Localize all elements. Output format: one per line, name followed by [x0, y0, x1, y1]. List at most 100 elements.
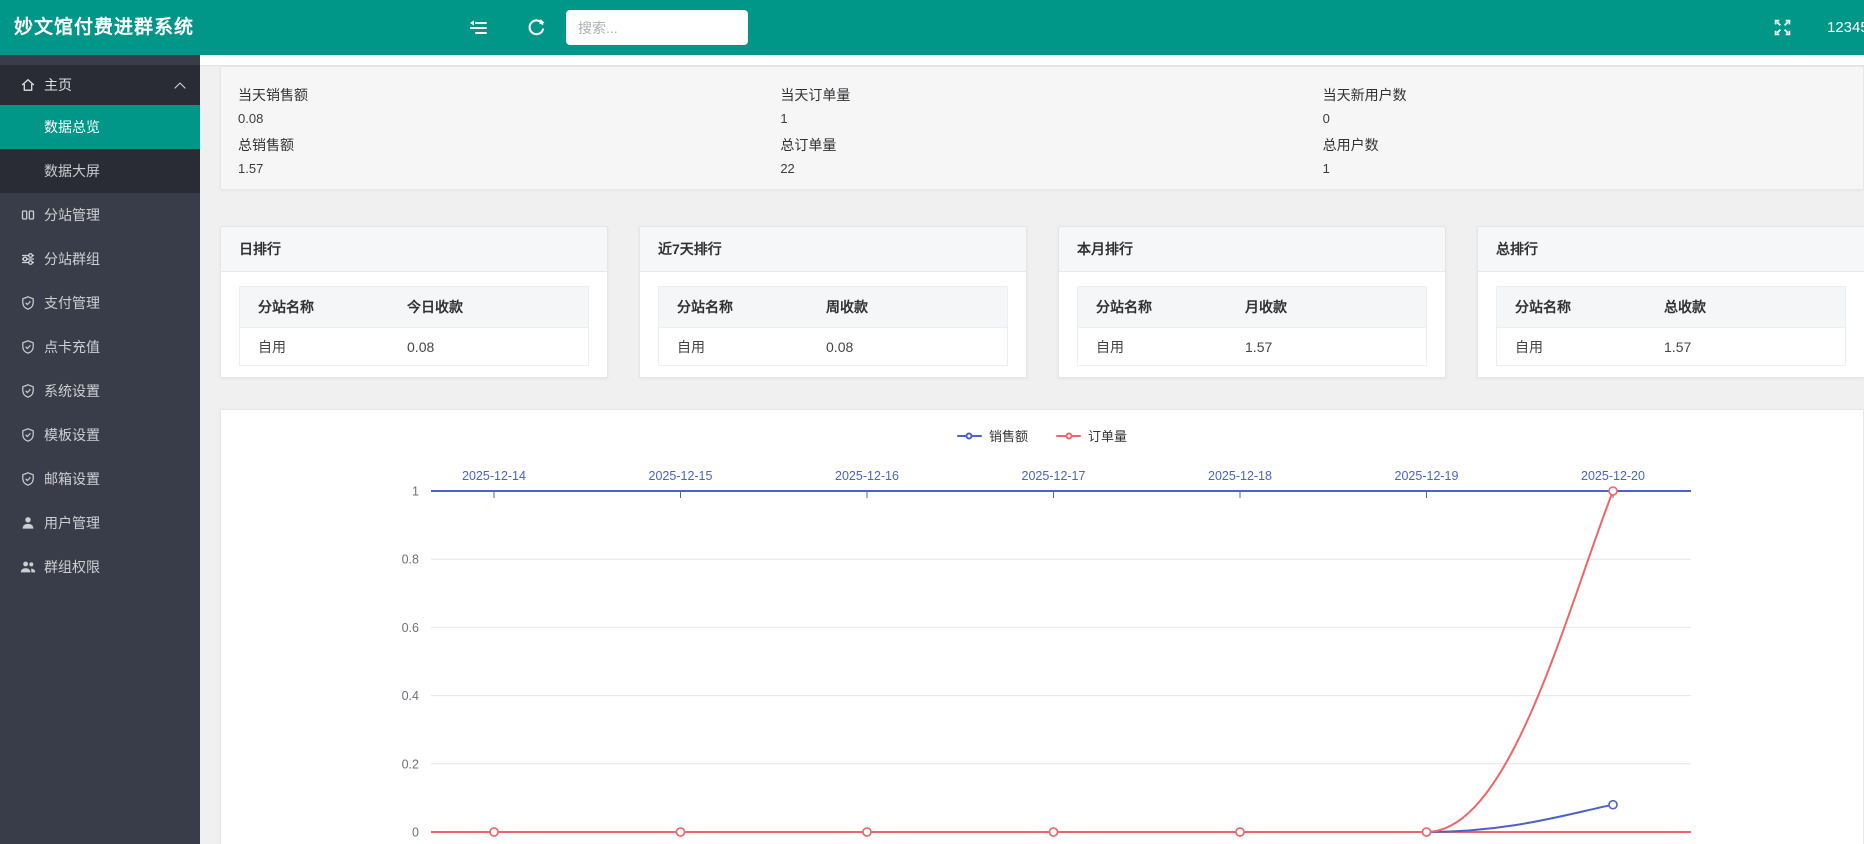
sidebar-item-home[interactable]: 主页 — [0, 65, 200, 105]
stat-value: 1.57 — [238, 157, 778, 180]
stat-value: 1 — [780, 107, 1320, 130]
ranking-table: 分站名称 总收款 自用 1.57 — [1496, 286, 1846, 366]
ranking-card-total: 总排行 分站名称 总收款 自用 1.57 — [1477, 226, 1864, 378]
ranking-card-title: 总排行 — [1478, 227, 1864, 272]
app-header: 妙文馆付费进群系统 12345 — [0, 0, 1864, 55]
sidebar-item-system-settings[interactable]: 系统设置 — [0, 369, 200, 413]
shield-check-icon — [20, 295, 36, 311]
fold-menu-icon[interactable] — [458, 0, 498, 55]
stat-value: 1 — [1323, 157, 1863, 180]
user-icon — [20, 515, 36, 531]
sidebar-item-site-groups[interactable]: 分站群组 — [0, 237, 200, 281]
stats-column-sales: 当天销售额 0.08 总销售额 1.57 — [236, 83, 778, 189]
ranking-card-month: 本月排行 分站名称 月收款 自用 1.57 — [1058, 226, 1446, 378]
svg-text:0.6: 0.6 — [402, 621, 419, 635]
legend-label: 订单量 — [1088, 426, 1127, 445]
stats-column-orders: 当天订单量 1 总订单量 22 — [778, 83, 1320, 189]
svg-text:0: 0 — [412, 826, 419, 840]
grid-icon — [20, 207, 36, 223]
col-header-amount: 今日收款 — [407, 287, 588, 328]
site-name-cell: 自用 — [1497, 328, 1665, 366]
sidebar-item-label: 支付管理 — [44, 281, 100, 325]
legend-marker-icon — [1056, 435, 1081, 437]
site-name-cell: 自用 — [659, 328, 827, 366]
table-row: 自用 0.08 — [659, 328, 1008, 366]
col-header-amount: 月收款 — [1245, 287, 1426, 328]
site-name-cell: 自用 — [240, 328, 408, 366]
users-icon — [20, 559, 36, 575]
stat-label: 总销售额 — [238, 133, 778, 157]
amount-cell: 1.57 — [1245, 328, 1426, 366]
sidebar-item-label: 点卡充值 — [44, 325, 100, 369]
sidebar-item-template-settings[interactable]: 模板设置 — [0, 413, 200, 457]
sidebar-item-data-screen[interactable]: 数据大屏 — [0, 149, 200, 193]
rankings-row: 日排行 分站名称 今日收款 自用 0.08 近7天排行 分站名称 周收款 — [220, 226, 1864, 378]
sidebar-item-site-management[interactable]: 分站管理 — [0, 193, 200, 237]
col-header-amount: 总收款 — [1664, 287, 1845, 328]
stat-label: 当天订单量 — [780, 83, 1320, 107]
stat-label: 当天销售额 — [238, 83, 778, 107]
sidebar-group-home: 主页 数据总览 数据大屏 — [0, 65, 200, 193]
sidebar-item-data-overview[interactable]: 数据总览 — [0, 105, 200, 149]
sidebar-item-label: 用户管理 — [44, 501, 100, 545]
col-header-site-name: 分站名称 — [659, 287, 827, 328]
amount-cell: 0.08 — [826, 328, 1007, 366]
sidebar-item-label: 分站管理 — [44, 193, 100, 237]
sidebar-item-group-permissions[interactable]: 群组权限 — [0, 545, 200, 589]
sidebar-item-label: 分站群组 — [44, 237, 100, 281]
sidebar-item-label: 模板设置 — [44, 413, 100, 457]
chart-legend: 销售额 订单量 — [221, 426, 1863, 445]
stat-label: 当天新用户数 — [1323, 83, 1863, 107]
sales-orders-chart: 0 0.2 0.4 0.6 0.8 1 2025-12-14 2025-12-15 2025-1… — [221, 450, 1864, 844]
ranking-card-title: 本月排行 — [1059, 227, 1445, 272]
sidebar-item-label: 邮箱设置 — [44, 457, 100, 501]
col-header-site-name: 分站名称 — [1078, 287, 1246, 328]
legend-label: 销售额 — [989, 426, 1028, 445]
legend-marker-icon — [957, 435, 982, 437]
ranking-table: 分站名称 月收款 自用 1.57 — [1077, 286, 1427, 366]
ranking-card-7days: 近7天排行 分站名称 周收款 自用 0.08 — [639, 226, 1027, 378]
svg-text:1: 1 — [412, 485, 419, 499]
svg-text:2025-12-16: 2025-12-16 — [835, 469, 899, 483]
sidebar-item-payment-management[interactable]: 支付管理 — [0, 281, 200, 325]
stat-value: 22 — [780, 157, 1320, 180]
shield-check-icon — [20, 339, 36, 355]
svg-text:0.4: 0.4 — [402, 689, 419, 703]
sidebar-item-mail-settings[interactable]: 邮箱设置 — [0, 457, 200, 501]
app-title: 妙文馆付费进群系统 — [14, 0, 194, 55]
shield-check-icon — [20, 427, 36, 443]
table-row: 自用 0.08 — [240, 328, 589, 366]
sales-orders-chart-card: 销售额 订单量 0 0.2 0.4 0.6 0.8 1 2025-12-14 2025-12-1… — [220, 409, 1864, 844]
tags-bar — [200, 55, 1864, 66]
stats-panel: 当天销售额 0.08 总销售额 1.57 当天订单量 1 总订单量 22 当天新… — [220, 66, 1864, 190]
svg-text:2025-12-17: 2025-12-17 — [1022, 469, 1086, 483]
col-header-site-name: 分站名称 — [1497, 287, 1665, 328]
stat-value: 0 — [1323, 107, 1863, 130]
svg-text:2025-12-14: 2025-12-14 — [462, 469, 526, 483]
svg-text:2025-12-18: 2025-12-18 — [1208, 469, 1272, 483]
home-icon — [20, 77, 36, 93]
stats-column-users: 当天新用户数 0 总用户数 1 — [1321, 83, 1863, 189]
svg-text:2025-12-15: 2025-12-15 — [649, 469, 713, 483]
stat-label: 总用户数 — [1323, 133, 1863, 157]
table-row: 自用 1.57 — [1497, 328, 1846, 366]
ranking-card-daily: 日排行 分站名称 今日收款 自用 0.08 — [220, 226, 608, 378]
svg-text:2025-12-20: 2025-12-20 — [1581, 469, 1645, 483]
legend-item[interactable]: 订单量 — [1056, 426, 1127, 445]
svg-text:0.2: 0.2 — [402, 757, 419, 771]
legend-item[interactable]: 销售额 — [957, 426, 1028, 445]
fullscreen-icon[interactable] — [1762, 0, 1802, 55]
svg-text:0.8: 0.8 — [402, 553, 419, 567]
sidebar-item-label: 群组权限 — [44, 545, 100, 589]
username-menu[interactable]: 12345 — [1827, 0, 1864, 55]
search-input[interactable] — [566, 10, 748, 45]
sidebar-item-card-recharge[interactable]: 点卡充值 — [0, 325, 200, 369]
refresh-icon[interactable] — [516, 0, 556, 55]
site-name-cell: 自用 — [1078, 328, 1246, 366]
ranking-card-title: 日排行 — [221, 227, 607, 272]
sidebar-item-user-management[interactable]: 用户管理 — [0, 501, 200, 545]
ranking-card-title: 近7天排行 — [640, 227, 1026, 272]
chevron-up-icon — [174, 82, 185, 93]
shield-check-icon — [20, 471, 36, 487]
amount-cell: 1.57 — [1664, 328, 1845, 366]
